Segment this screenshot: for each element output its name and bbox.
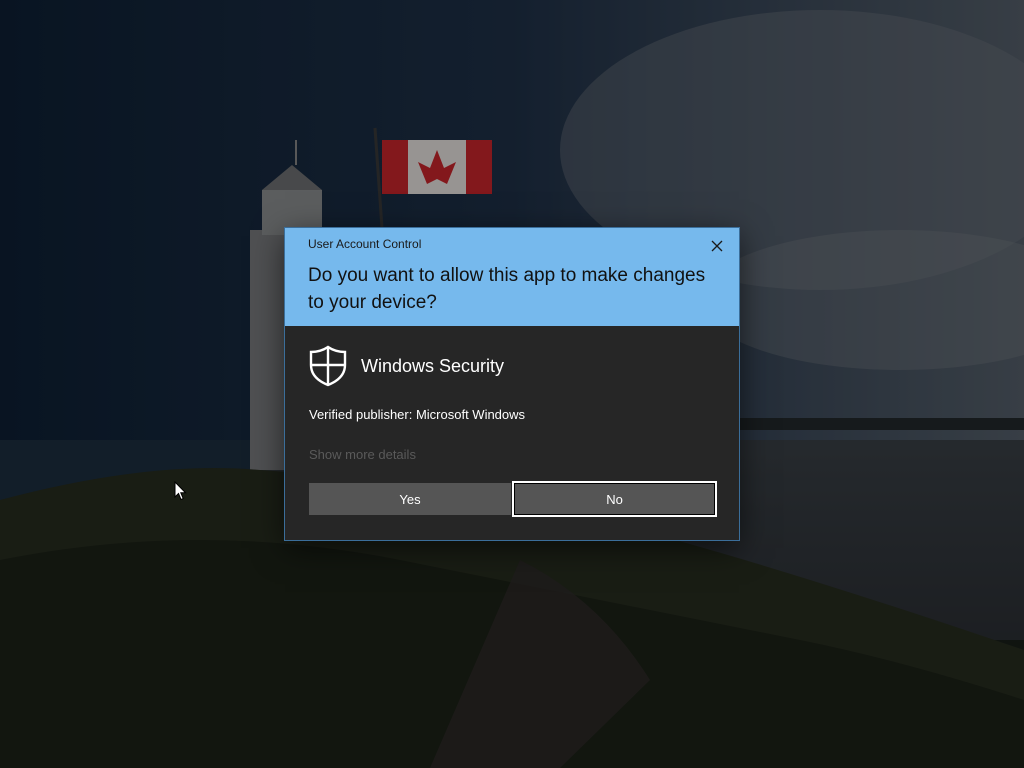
app-name: Windows Security [361,356,505,376]
mouse-cursor-icon [174,481,187,501]
no-button[interactable]: No [512,481,717,517]
close-icon [711,240,723,252]
uac-dialog: User Account Control Do you want to allo… [285,228,739,540]
shield-icon [309,345,347,387]
uac-header: User Account Control Do you want to allo… [285,228,739,326]
yes-button[interactable]: Yes [309,483,511,515]
secure-desktop: User Account Control Do you want to allo… [0,0,1024,768]
close-button[interactable] [705,234,729,258]
uac-body: Windows Security Verified publisher: Mic… [285,326,739,540]
uac-question: Do you want to allow this app to make ch… [308,265,706,313]
dialog-title: User Account Control [308,237,422,251]
verified-publisher: Verified publisher: Microsoft Windows [309,407,526,422]
show-more-details-link[interactable]: Show more details [309,447,416,462]
